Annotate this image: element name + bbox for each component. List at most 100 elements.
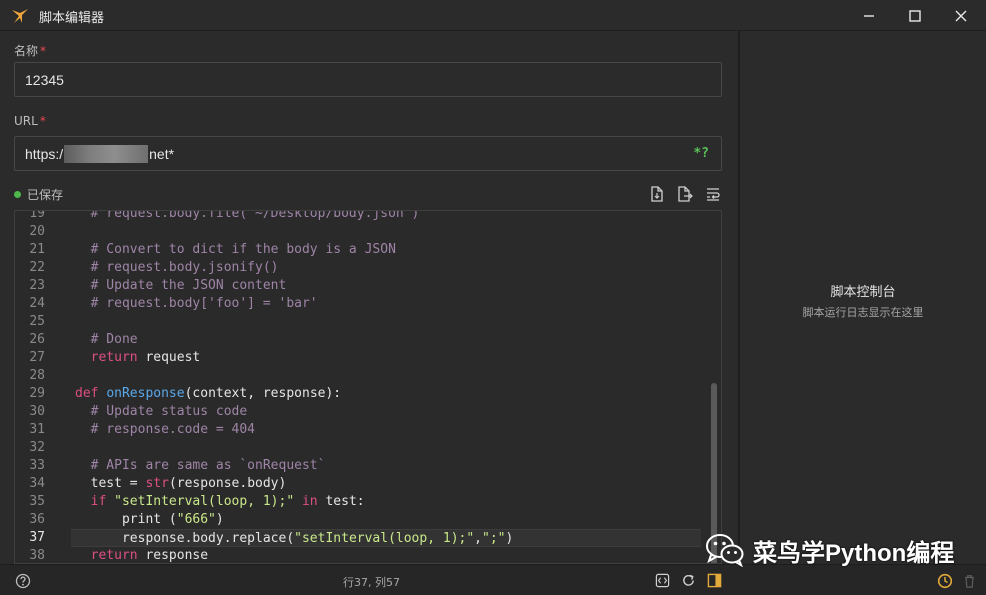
name-input[interactable]: 12345 <box>14 62 722 97</box>
saved-dot-icon <box>14 190 21 198</box>
code-brackets-icon <box>655 573 670 588</box>
code-text[interactable]: test = str(response.body) <box>71 475 701 493</box>
word-wrap-button[interactable] <box>704 185 722 203</box>
clock-icon <box>937 573 952 588</box>
code-text[interactable] <box>71 439 701 457</box>
line-number: 28 <box>29 368 45 383</box>
code-line-33[interactable]: 33 # APIs are same as `onRequest` <box>15 457 721 475</box>
line-number: 20 <box>29 224 45 239</box>
name-label-text: 名称 <box>14 44 39 58</box>
code-line-26[interactable]: 26 # Done <box>15 331 721 349</box>
code-text[interactable]: return request <box>71 349 701 367</box>
code-text[interactable] <box>71 367 701 385</box>
editor-pane: 名称 * 12345 URL * https:/ net* *? 已保存 19 # r… <box>0 31 736 564</box>
code-line-34[interactable]: 34 test = str(response.body) <box>15 475 721 493</box>
maximize-icon <box>909 9 921 22</box>
save-status: 已保存 <box>14 186 63 202</box>
code-text[interactable]: # Done <box>71 331 701 349</box>
code-line-20[interactable]: 20 <box>15 223 721 241</box>
url-input[interactable]: https:/ net* *? <box>14 136 722 171</box>
panel-layout-icon <box>707 573 722 588</box>
code-line-24[interactable]: 24 # request.body['foo'] = 'bar' <box>15 295 721 313</box>
code-text[interactable]: # Update status code <box>71 403 701 421</box>
line-number: 25 <box>29 314 45 329</box>
code-text[interactable]: # Update the JSON content <box>71 277 701 295</box>
help-button[interactable] <box>14 572 31 589</box>
line-number: 23 <box>29 278 45 293</box>
close-icon <box>955 10 967 21</box>
code-line-35[interactable]: 35 if "setInterval(loop, 1);" in test: <box>15 493 721 511</box>
title-bar: 脚本编辑器 <box>0 0 986 31</box>
format-code-button[interactable] <box>654 572 671 589</box>
code-line-31[interactable]: 31 # response.code = 404 <box>15 421 721 439</box>
console-title: 脚本控制台 <box>830 285 896 300</box>
line-number: 36 <box>29 512 45 527</box>
line-number: 24 <box>29 296 45 311</box>
export-file-button[interactable] <box>676 185 694 203</box>
url-suffix: net* <box>149 145 175 162</box>
code-line-38[interactable]: 38 return response <box>15 547 721 563</box>
code-text[interactable]: print ("666") <box>71 511 701 529</box>
code-line-32[interactable]: 32 <box>15 439 721 457</box>
line-number: 35 <box>29 494 45 509</box>
code-line-23[interactable]: 23 # Update the JSON content <box>15 277 721 295</box>
name-input-value: 12345 <box>25 71 64 88</box>
history-button[interactable] <box>936 572 953 589</box>
code-text[interactable]: if "setInterval(loop, 1);" in test: <box>71 493 701 511</box>
reload-button[interactable] <box>680 572 697 589</box>
console-pane: 脚本控制台 脚本运行日志显示在这里 <box>738 31 986 564</box>
code-text[interactable]: # response.code = 404 <box>71 421 701 439</box>
code-line-25[interactable]: 25 <box>15 313 721 331</box>
code-text[interactable]: # request.body['foo'] = 'bar' <box>71 295 701 313</box>
code-line-36[interactable]: 36 print ("666") <box>15 511 721 529</box>
file-import-icon <box>651 186 663 202</box>
editor-scrollbar[interactable] <box>707 211 721 563</box>
toggle-console-button[interactable] <box>706 572 723 589</box>
app-logo-icon <box>11 7 29 25</box>
line-number: 19 <box>29 210 45 221</box>
code-text[interactable]: # request.body.jsonify() <box>71 259 701 277</box>
line-number: 37 <box>29 530 45 545</box>
import-file-button[interactable] <box>648 185 666 203</box>
code-line-27[interactable]: 27 return request <box>15 349 721 367</box>
code-text[interactable]: # request.body.file('~/Desktop/body.json… <box>71 211 701 223</box>
code-text[interactable]: # Convert to dict if the body is a JSON <box>71 241 701 259</box>
trash-icon <box>965 574 974 588</box>
console-placeholder: 脚本运行日志显示在这里 <box>802 306 924 319</box>
url-prefix: https:/ <box>25 145 64 162</box>
clear-console-button[interactable] <box>961 572 978 589</box>
line-number: 32 <box>29 440 45 455</box>
line-number: 29 <box>29 386 45 401</box>
url-label: URL * <box>14 114 46 128</box>
code-line-30[interactable]: 30 # Update status code <box>15 403 721 421</box>
code-line-28[interactable]: 28 <box>15 367 721 385</box>
code-line-37[interactable]: 37 response.body.replace("setInterval(lo… <box>15 529 721 547</box>
url-redacted-segment <box>64 144 149 163</box>
maximize-button[interactable] <box>892 0 938 31</box>
line-number: 38 <box>29 548 45 563</box>
wechat-watermark: 菜鸟学Python编程 <box>705 530 954 570</box>
code-line-22[interactable]: 22 # request.body.jsonify() <box>15 259 721 277</box>
code-line-29[interactable]: 29 def onResponse(context, response): <box>15 385 721 403</box>
name-label: 名称 * <box>14 42 46 59</box>
code-text[interactable]: response.body.replace("setInterval(loop,… <box>71 529 701 547</box>
close-button[interactable] <box>938 0 984 31</box>
line-number: 30 <box>29 404 45 419</box>
code-text[interactable]: # APIs are same as `onRequest` <box>71 457 701 475</box>
code-text[interactable] <box>71 223 701 241</box>
code-text[interactable] <box>71 313 701 331</box>
window-title: 脚本编辑器 <box>39 11 105 26</box>
code-text[interactable]: def onResponse(context, response): <box>71 385 701 403</box>
minimize-button[interactable] <box>846 0 892 31</box>
url-label-text: URL <box>14 114 38 128</box>
code-text[interactable]: return response <box>71 547 701 563</box>
code-line-21[interactable]: 21 # Convert to dict if the body is a JS… <box>15 241 721 259</box>
line-number: 26 <box>29 332 45 347</box>
code-line-19[interactable]: 19 # request.body.file('~/Desktop/body.j… <box>15 210 721 223</box>
minimize-icon <box>864 14 874 17</box>
cursor-position: 行37, 列57 <box>343 576 400 589</box>
code-editor[interactable]: 19 # request.body.file('~/Desktop/body.j… <box>14 210 722 564</box>
regex-toggle-button[interactable]: *? <box>693 146 709 161</box>
line-number: 27 <box>29 350 45 365</box>
editor-toolbar <box>648 185 722 203</box>
